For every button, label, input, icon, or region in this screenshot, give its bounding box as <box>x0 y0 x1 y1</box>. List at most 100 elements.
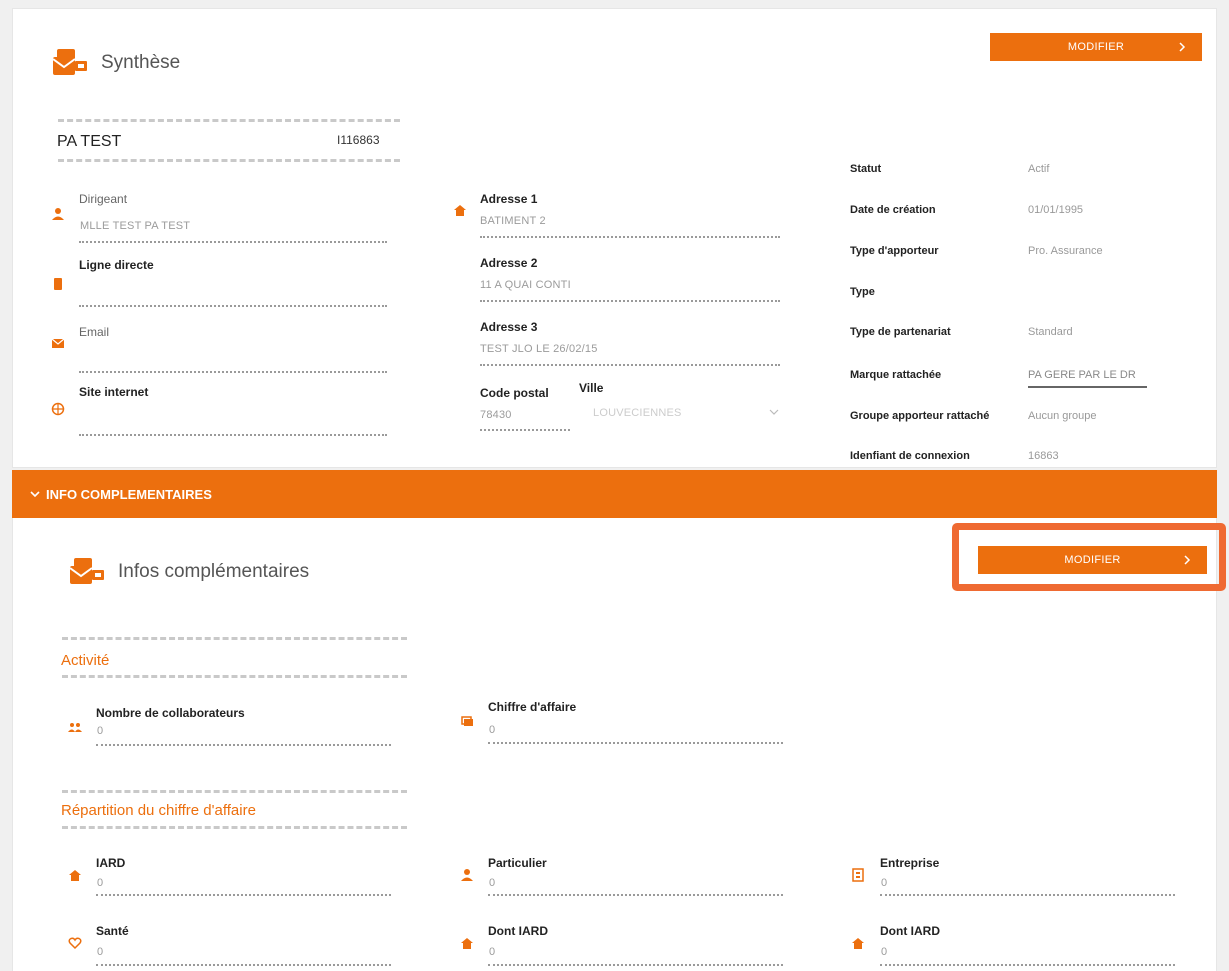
infos-header: Infos complémentaires <box>70 556 309 588</box>
info-label: Idenfiant de connexion <box>850 450 970 462</box>
field-label: Site internet <box>79 385 149 399</box>
company-name: PA TEST <box>57 133 122 150</box>
field-underline <box>96 964 391 966</box>
field-underline <box>488 894 783 896</box>
field-label: Dont IARD <box>488 924 548 938</box>
city-select[interactable]: LOUVECIENNES <box>579 403 779 423</box>
field-value[interactable]: 11 A QUAI CONTI <box>480 279 571 291</box>
mail-icon <box>51 338 65 348</box>
field-value[interactable]: 0 <box>97 725 103 737</box>
field-label: Adresse 3 <box>480 320 538 334</box>
chevron-right-icon <box>1179 42 1186 52</box>
field-value[interactable]: 0 <box>489 724 495 736</box>
infos-title: Infos complémentaires <box>118 561 310 582</box>
field-value[interactable]: MLLE TEST PA TEST <box>80 220 190 232</box>
info-label: Type de partenariat <box>850 326 951 338</box>
briefcase-logo-icon <box>70 558 104 584</box>
field-label: Ligne directe <box>79 258 154 272</box>
field-label: Adresse 2 <box>480 256 538 270</box>
info-value: 16863 <box>1028 450 1059 462</box>
home-icon <box>852 938 864 949</box>
info-label: Groupe apporteur rattaché <box>850 410 990 422</box>
chevron-down-icon <box>30 491 40 498</box>
field-label: Email <box>79 325 110 339</box>
home-icon <box>461 938 473 949</box>
accordion-info-complementaires[interactable]: INFO COMPLEMENTAIRES <box>12 470 1217 518</box>
field-value[interactable]: 0 <box>489 877 495 889</box>
field-value[interactable]: 0 <box>97 877 103 889</box>
info-value: 01/01/1995 <box>1028 204 1084 216</box>
field-underline <box>880 894 1175 896</box>
field-value[interactable]: TEST JLO LE 26/02/15 <box>480 343 598 355</box>
field-label: Nombre de collaborateurs <box>96 706 245 720</box>
divider <box>58 159 400 162</box>
info-label: Type d'apporteur <box>850 245 939 257</box>
chevron-down-icon <box>769 409 779 415</box>
synthese-panel: Synthèse MODIFIER PA TEST I116863 Dirige… <box>12 8 1217 468</box>
activite-heading: Activité <box>61 652 110 669</box>
field-label: Particulier <box>488 856 547 870</box>
field-underline <box>96 744 391 746</box>
postal-label: Code postal <box>480 386 549 400</box>
field-value[interactable]: 0 <box>881 946 887 958</box>
accordion-label: INFO COMPLEMENTAIRES <box>46 486 212 502</box>
field-label: Adresse 1 <box>480 192 538 206</box>
divider <box>62 675 407 678</box>
synthese-header: Synthèse <box>53 47 180 79</box>
field-value[interactable]: 0 <box>97 946 103 958</box>
city-select-value: LOUVECIENNES <box>593 407 682 419</box>
building-icon <box>852 868 864 882</box>
info-label: Date de création <box>850 204 936 216</box>
heart-icon <box>68 937 82 950</box>
briefcase-logo-icon <box>53 49 87 75</box>
field-underline <box>79 434 387 436</box>
field-label: Entreprise <box>880 856 940 870</box>
field-label: IARD <box>96 856 126 870</box>
synthese-title: Synthèse <box>101 52 181 73</box>
field-underline <box>79 241 387 243</box>
field-label: Chiffre d'affaire <box>488 700 577 714</box>
globe-icon <box>51 402 65 416</box>
user-icon <box>52 208 64 220</box>
field-underline <box>96 894 391 896</box>
field-underline <box>480 236 780 238</box>
home-icon <box>454 205 466 216</box>
info-value: Aucun groupe <box>1028 410 1097 422</box>
field-underline <box>488 742 783 744</box>
brand-link[interactable]: PA GERE PAR LE DR <box>1028 369 1136 381</box>
city-label: Ville <box>579 381 604 395</box>
postal-input[interactable]: 78430 <box>480 409 512 421</box>
divider <box>62 826 407 829</box>
info-label: Type <box>850 286 875 298</box>
repartition-heading: Répartition du chiffre d'affaire <box>61 802 256 819</box>
user-icon <box>461 869 473 881</box>
field-label: Dirigeant <box>79 192 128 206</box>
highlight-frame <box>952 523 1226 591</box>
info-value: Pro. Assurance <box>1028 245 1103 257</box>
field-label: Dont IARD <box>880 924 940 938</box>
modify-label: MODIFIER <box>1067 41 1125 53</box>
field-value[interactable]: 0 <box>881 877 887 889</box>
brand-underline <box>1028 386 1147 388</box>
field-underline <box>480 429 570 431</box>
info-label: Marque rattachée <box>850 369 942 381</box>
info-value: Standard <box>1028 326 1073 338</box>
field-underline <box>480 300 780 302</box>
group-icon <box>68 723 82 732</box>
company-code: I116863 <box>337 133 380 147</box>
info-value: Actif <box>1028 163 1050 175</box>
field-underline <box>480 364 780 366</box>
field-underline <box>79 305 387 307</box>
divider <box>62 790 407 793</box>
field-label: Santé <box>96 924 129 938</box>
phone-icon <box>54 278 62 290</box>
field-underline <box>488 964 783 966</box>
home-icon <box>69 870 81 881</box>
modify-synthese-button[interactable]: MODIFIER <box>990 33 1202 61</box>
money-icon <box>461 716 473 726</box>
field-underline <box>79 371 387 373</box>
field-value[interactable]: BATIMENT 2 <box>480 215 546 227</box>
divider <box>62 637 407 640</box>
field-value[interactable]: 0 <box>489 946 495 958</box>
divider <box>58 119 400 122</box>
